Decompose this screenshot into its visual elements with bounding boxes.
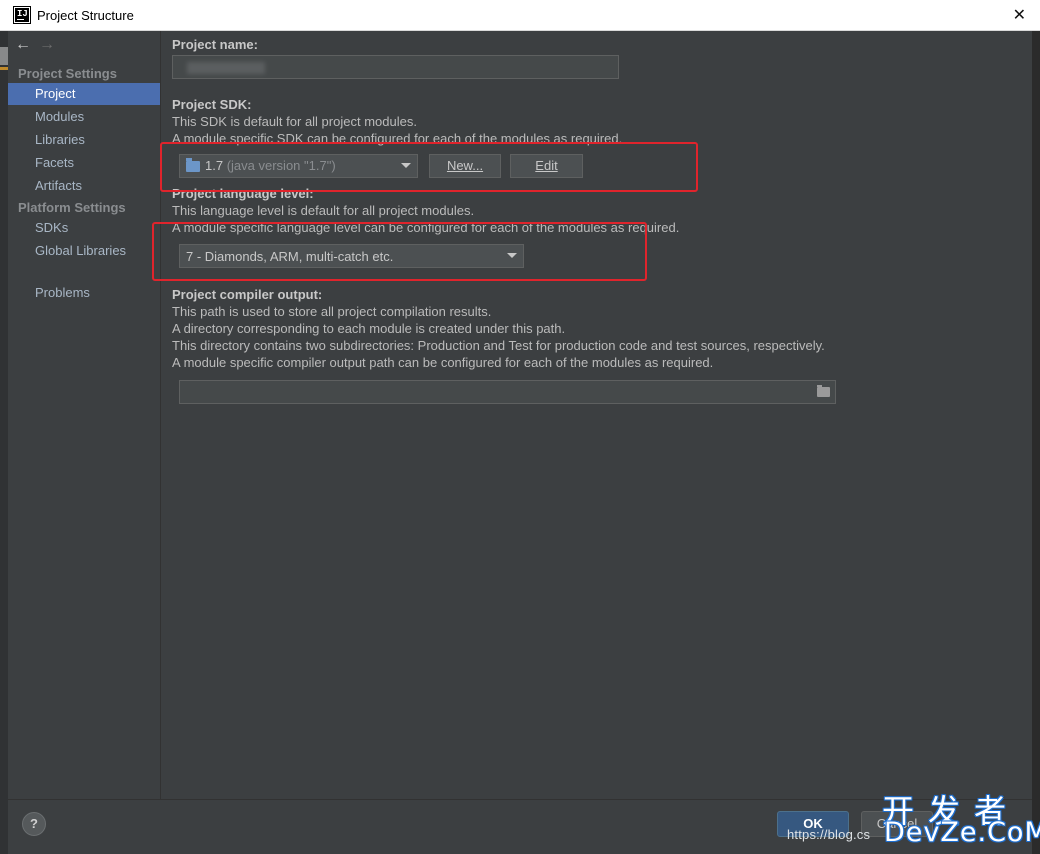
sidebar-item-global-libraries[interactable]: Global Libraries <box>8 240 160 262</box>
help-icon[interactable]: ? <box>22 812 46 836</box>
language-level-value: 7 - Diamonds, ARM, multi-catch etc. <box>186 249 394 264</box>
language-level-description-2: A module specific language level can be … <box>172 220 680 235</box>
compiler-output-path-field[interactable] <box>179 380 836 404</box>
sdk-folder-icon <box>186 158 200 172</box>
compiler-output-description-3: This directory contains two subdirectori… <box>172 338 825 353</box>
language-level-label: Project language level: <box>172 186 314 201</box>
chevron-down-icon <box>401 163 411 168</box>
platform-settings-header: Platform Settings <box>18 200 126 215</box>
sidebar-item-problems[interactable]: Problems <box>8 282 160 304</box>
close-icon[interactable]: ✕ <box>1013 5 1026 25</box>
chevron-down-icon <box>507 253 517 258</box>
project-settings-panel: Project name: Project SDK: This SDK is d… <box>161 31 1032 799</box>
browse-folder-icon[interactable] <box>817 385 830 397</box>
forward-arrow-icon[interactable]: → <box>39 36 55 53</box>
compiler-output-label: Project compiler output: <box>172 287 323 302</box>
background-window-strip <box>0 31 8 854</box>
sidebar-item-project[interactable]: Project <box>8 83 160 105</box>
window-title: Project Structure <box>37 8 134 23</box>
sdk-version: 1.7 <box>205 158 224 173</box>
new-sdk-button[interactable]: New... <box>429 154 501 178</box>
back-arrow-icon[interactable]: ← <box>15 36 31 53</box>
title-bar: IJ Project Structure ✕ <box>0 0 1040 31</box>
sidebar-item-sdks[interactable]: SDKs <box>8 217 160 239</box>
edit-sdk-button[interactable]: Edit <box>510 154 583 178</box>
nav-arrows: ← → <box>15 36 55 54</box>
language-level-description-1: This language level is default for all p… <box>172 203 475 218</box>
watermark-url: https://blog.cs <box>787 827 871 842</box>
compiler-output-description-2: A directory corresponding to each module… <box>172 321 566 336</box>
sidebar: ← → Project Settings Project Modules Libr… <box>8 31 161 799</box>
compiler-output-description-4: A module specific compiler output path c… <box>172 355 714 370</box>
sidebar-item-modules[interactable]: Modules <box>8 106 160 128</box>
sdk-dropdown[interactable]: 1.7 (java version "1.7") <box>179 154 418 178</box>
sdk-version-detail: (java version "1.7") <box>226 158 336 173</box>
redacted-project-name <box>187 62 265 74</box>
intellij-app-icon: IJ <box>13 6 31 24</box>
project-settings-header: Project Settings <box>18 66 117 81</box>
dialog-footer: ? OK Cancel <box>8 799 1032 854</box>
sdk-description-2: A module specific SDK can be configured … <box>172 131 623 146</box>
sidebar-item-libraries[interactable]: Libraries <box>8 129 160 151</box>
language-level-dropdown[interactable]: 7 - Diamonds, ARM, multi-catch etc. <box>179 244 524 268</box>
sidebar-item-facets[interactable]: Facets <box>8 152 160 174</box>
project-sdk-label: Project SDK: <box>172 97 252 112</box>
project-name-field[interactable] <box>172 55 619 79</box>
project-name-label: Project name: <box>172 37 258 52</box>
watermark-logo-en: DevZe.CoM <box>884 817 1040 848</box>
compiler-output-description-1: This path is used to store all project c… <box>172 304 492 319</box>
sdk-description-1: This SDK is default for all project modu… <box>172 114 417 129</box>
sidebar-item-artifacts[interactable]: Artifacts <box>8 175 160 197</box>
